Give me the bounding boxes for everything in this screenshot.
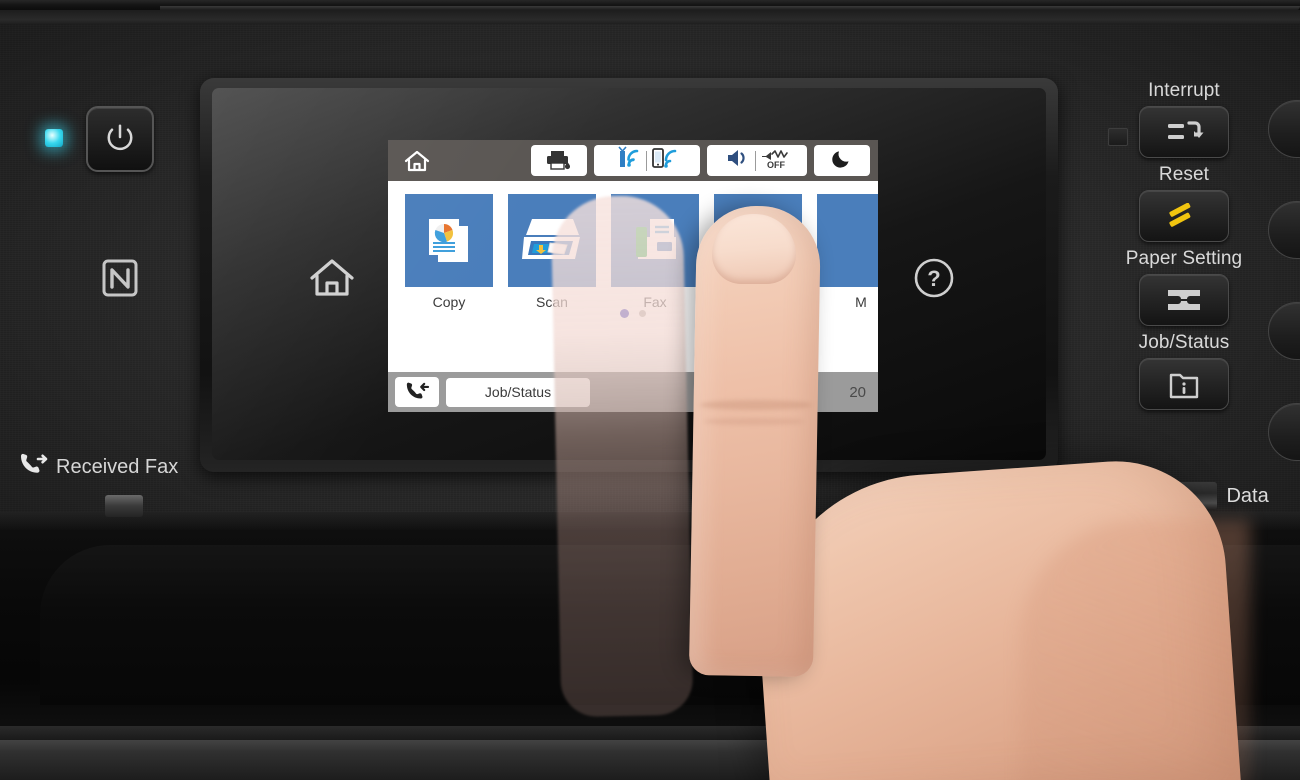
paper-setting-icon bbox=[1168, 290, 1200, 310]
received-fax-indicator: Received Fax bbox=[18, 452, 178, 483]
reset-group: Reset bbox=[1098, 164, 1270, 242]
output-tray-inner bbox=[40, 545, 1300, 705]
tile-scan-image bbox=[508, 194, 596, 287]
network-status-button[interactable] bbox=[594, 145, 700, 176]
wifi-direct-icon bbox=[651, 146, 679, 175]
power-led bbox=[45, 129, 63, 147]
side-round-button-4[interactable] bbox=[1268, 403, 1300, 461]
statusbar-divider-2 bbox=[754, 150, 756, 171]
page-indicator bbox=[388, 309, 878, 318]
svg-text:?: ? bbox=[927, 266, 940, 291]
wifi-router-icon bbox=[616, 146, 642, 175]
side-round-buttons bbox=[1268, 100, 1300, 504]
paper-setting-label: Paper Setting bbox=[1125, 248, 1243, 269]
presets-icon bbox=[726, 217, 780, 262]
received-fax-icon bbox=[18, 452, 48, 483]
scan-icon bbox=[522, 218, 580, 259]
paper-setting-button[interactable] bbox=[1139, 274, 1229, 326]
right-button-panel: Interrupt Reset Paper Setting Job/Status bbox=[1098, 80, 1270, 416]
tray-nub-left bbox=[105, 495, 143, 517]
fax-off-icon: OFF bbox=[760, 147, 790, 174]
nfc-icon bbox=[101, 259, 139, 297]
side-round-button-1[interactable] bbox=[1268, 100, 1300, 158]
help-icon[interactable]: ? bbox=[912, 256, 956, 305]
tile-copy-label: Copy bbox=[432, 294, 466, 310]
side-round-button-2[interactable] bbox=[1268, 201, 1300, 259]
tile-copy[interactable]: Copy bbox=[405, 194, 493, 310]
sound-status-button[interactable]: OFF bbox=[707, 145, 807, 176]
tile-presets[interactable]: Presets bbox=[714, 194, 802, 310]
error-led-label: Error bbox=[1075, 484, 1120, 507]
job-status-group: Job/Status bbox=[1098, 332, 1270, 410]
output-tray-lip bbox=[0, 726, 1300, 740]
job-status-button[interactable]: Job/Status bbox=[446, 377, 590, 407]
page-dot-inactive[interactable] bbox=[639, 310, 646, 317]
tile-scan-label: Scan bbox=[536, 294, 568, 310]
tile-fax-label: Fax bbox=[643, 294, 667, 310]
tile-fax-image bbox=[611, 194, 699, 287]
home-icon[interactable] bbox=[308, 256, 356, 305]
svg-text:OFF: OFF bbox=[767, 160, 785, 169]
received-fax-button[interactable] bbox=[395, 377, 439, 407]
sleep-mode-button[interactable] bbox=[814, 145, 870, 176]
reset-icon bbox=[1169, 203, 1191, 227]
copy-icon bbox=[429, 218, 468, 262]
printer-ink-status-button[interactable] bbox=[531, 145, 587, 176]
job-status-icon bbox=[1169, 373, 1199, 399]
data-led-label: Data bbox=[1226, 484, 1269, 507]
paper-setting-group: Paper Setting bbox=[1098, 248, 1270, 326]
tray-nub-right bbox=[1146, 495, 1184, 517]
sleep-moon-icon bbox=[831, 147, 853, 174]
received-fax-label: Received Fax bbox=[56, 456, 179, 478]
tile-presets-label: Presets bbox=[734, 294, 782, 310]
tile-more-image bbox=[817, 194, 878, 287]
status-bar: OFF bbox=[388, 140, 878, 181]
power-button[interactable] bbox=[86, 106, 154, 172]
home-tiles: Copy Scan Fax Presets M bbox=[388, 181, 878, 411]
reset-label: Reset bbox=[1158, 164, 1210, 185]
tile-fax[interactable]: Fax bbox=[611, 194, 699, 310]
job-status-hw-button[interactable] bbox=[1139, 358, 1229, 410]
tile-scan[interactable]: Scan bbox=[508, 194, 596, 310]
fax-icon bbox=[636, 218, 676, 259]
printer-control-panel-photo: Received Fax ? OFF Copy Scan Fax Presets… bbox=[0, 0, 1300, 780]
tile-more-label: M bbox=[855, 294, 867, 310]
side-round-button-3[interactable] bbox=[1268, 302, 1300, 360]
home-tiles-row: Copy Scan Fax Presets M bbox=[388, 194, 878, 310]
power-icon bbox=[105, 122, 135, 157]
tile-more[interactable]: M bbox=[817, 194, 878, 310]
bottom-bar: Job/Status 20 bbox=[388, 372, 878, 412]
reset-button[interactable] bbox=[1139, 190, 1229, 242]
tile-copy-image bbox=[405, 194, 493, 287]
job-status-hw-label: Job/Status bbox=[1138, 332, 1230, 353]
volume-icon bbox=[725, 147, 751, 174]
interrupt-button[interactable] bbox=[1139, 106, 1229, 158]
printer-base bbox=[0, 740, 1300, 780]
received-fax-icon bbox=[406, 382, 430, 399]
statusbar-icon-group: OFF bbox=[531, 145, 878, 176]
tile-presets-image bbox=[714, 194, 802, 287]
interrupt-label: Interrupt bbox=[1148, 80, 1220, 101]
interrupt-group: Interrupt bbox=[1098, 80, 1270, 158]
job-status-label: Job/Status bbox=[484, 384, 552, 400]
page-dot-active[interactable] bbox=[620, 309, 629, 318]
statusbar-home-button[interactable] bbox=[396, 144, 438, 177]
statusbar-divider bbox=[645, 150, 647, 171]
clock-label: 20 bbox=[849, 383, 866, 401]
touchscreen-ui[interactable]: OFF Copy Scan Fax Presets M Job/Status 2… bbox=[388, 140, 878, 412]
interrupt-icon bbox=[1168, 121, 1204, 139]
